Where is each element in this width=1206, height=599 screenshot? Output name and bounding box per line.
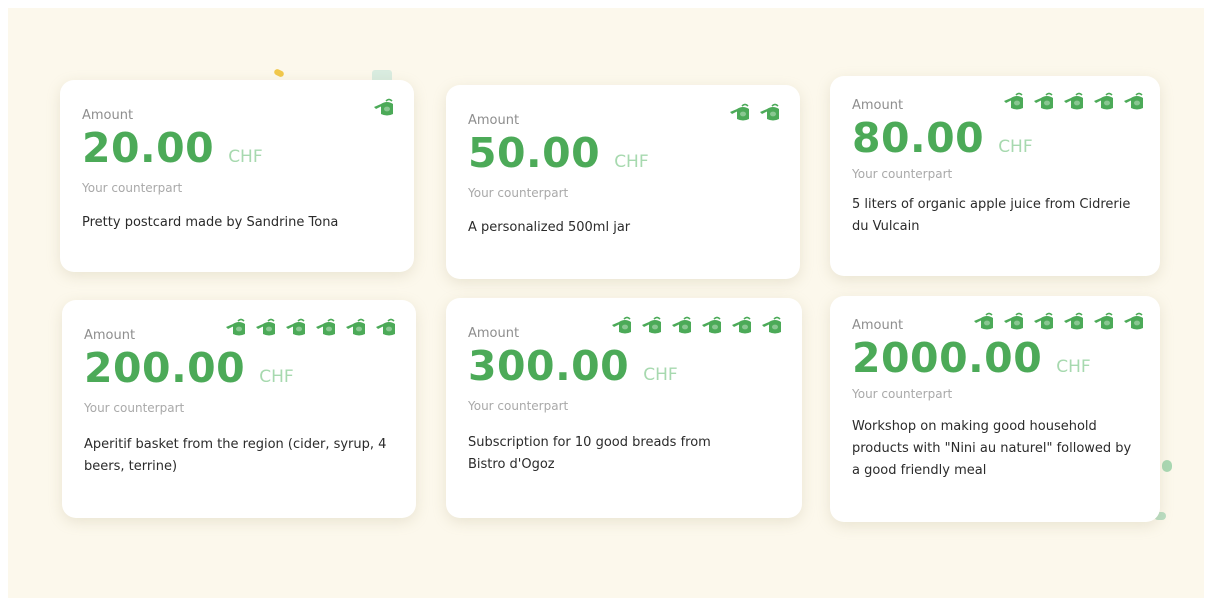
icon-group	[1002, 92, 1146, 112]
reward-description: Pretty postcard made by Sandrine Tona	[82, 215, 339, 230]
reward-card-300[interactable]: Amount 300.00 CHF Your counterpart Subsc…	[446, 298, 802, 518]
currency-label: CHF	[259, 367, 294, 387]
reward-description: A personalized 500ml jar	[468, 220, 631, 235]
watering-can-icon	[1062, 92, 1086, 112]
reward-description: 5 liters of organic apple juice from Cid…	[852, 197, 1131, 234]
currency-label: CHF	[614, 152, 649, 172]
watering-can-icon	[1062, 312, 1086, 332]
reward-card-80[interactable]: Amount 80.00 CHF Your counterpart 5 lite…	[830, 76, 1160, 276]
watering-can-icon	[730, 316, 754, 336]
watering-can-icon	[670, 316, 694, 336]
currency-label: CHF	[1056, 357, 1091, 377]
amount-value: 200.00	[84, 344, 246, 392]
watering-can-icon	[728, 103, 752, 123]
currency-label: CHF	[228, 147, 263, 167]
reward-description: Aperitif basket from the region (cider, …	[84, 437, 387, 474]
amount-row: 50.00 CHF	[468, 129, 778, 177]
amount-row: 80.00 CHF	[852, 114, 1138, 162]
watering-can-icon	[972, 312, 996, 332]
watering-can-icon	[314, 318, 338, 338]
icon-group	[372, 98, 396, 118]
reward-description: Subscription for 10 good breads from Bis…	[468, 435, 711, 472]
reward-description: Workshop on making good household produc…	[852, 419, 1132, 478]
watering-can-icon	[1002, 92, 1026, 112]
counterpart-label: Your counterpart	[468, 399, 569, 413]
watering-can-icon	[1032, 92, 1056, 112]
amount-value: 20.00	[82, 124, 215, 172]
watering-can-icon	[372, 98, 396, 118]
decorative-shape	[1162, 460, 1172, 472]
counterpart-label: Your counterpart	[468, 186, 569, 200]
amount-row: 200.00 CHF	[84, 344, 394, 392]
amount-row: 20.00 CHF	[82, 124, 392, 172]
watering-can-icon	[1002, 312, 1026, 332]
icon-group	[972, 312, 1146, 332]
icon-group	[224, 318, 398, 338]
watering-can-icon	[374, 318, 398, 338]
watering-can-icon	[1092, 92, 1116, 112]
watering-can-icon	[284, 318, 308, 338]
amount-value: 300.00	[468, 342, 630, 390]
watering-can-icon	[700, 316, 724, 336]
watering-can-icon	[1122, 312, 1146, 332]
watering-can-icon	[760, 316, 784, 336]
watering-can-icon	[1032, 312, 1056, 332]
counterpart-label: Your counterpart	[84, 401, 185, 415]
counterpart-label: Your counterpart	[852, 387, 953, 401]
watering-can-icon	[640, 316, 664, 336]
watering-can-icon	[254, 318, 278, 338]
icon-group	[610, 316, 784, 336]
amount-value: 80.00	[852, 114, 985, 162]
amount-label: Amount	[82, 108, 134, 123]
counterpart-label: Your counterpart	[82, 181, 183, 195]
watering-can-icon	[344, 318, 368, 338]
watering-can-icon	[1092, 312, 1116, 332]
decorative-shape	[273, 68, 285, 78]
watering-can-icon	[1122, 92, 1146, 112]
counterpart-label: Your counterpart	[852, 167, 953, 181]
reward-card-2000[interactable]: Amount 2000.00 CHF Your counterpart Work…	[830, 296, 1160, 522]
amount-value: 50.00	[468, 129, 601, 177]
amount-value: 2000.00	[852, 334, 1043, 382]
currency-label: CHF	[998, 137, 1033, 157]
watering-can-icon	[610, 316, 634, 336]
watering-can-icon	[224, 318, 248, 338]
amount-row: 300.00 CHF	[468, 342, 780, 390]
reward-card-20[interactable]: Amount 20.00 CHF Your counterpart Pretty…	[60, 80, 414, 272]
amount-row: 2000.00 CHF	[852, 334, 1138, 382]
currency-label: CHF	[643, 365, 678, 385]
contribution-tiers-panel: Amount 20.00 CHF Your counterpart Pretty…	[8, 8, 1204, 598]
reward-card-200[interactable]: Amount 200.00 CHF Your counterpart Aperi…	[62, 300, 416, 518]
watering-can-icon	[758, 103, 782, 123]
icon-group	[728, 103, 782, 123]
reward-card-50[interactable]: Amount 50.00 CHF Your counterpart A pers…	[446, 85, 800, 279]
